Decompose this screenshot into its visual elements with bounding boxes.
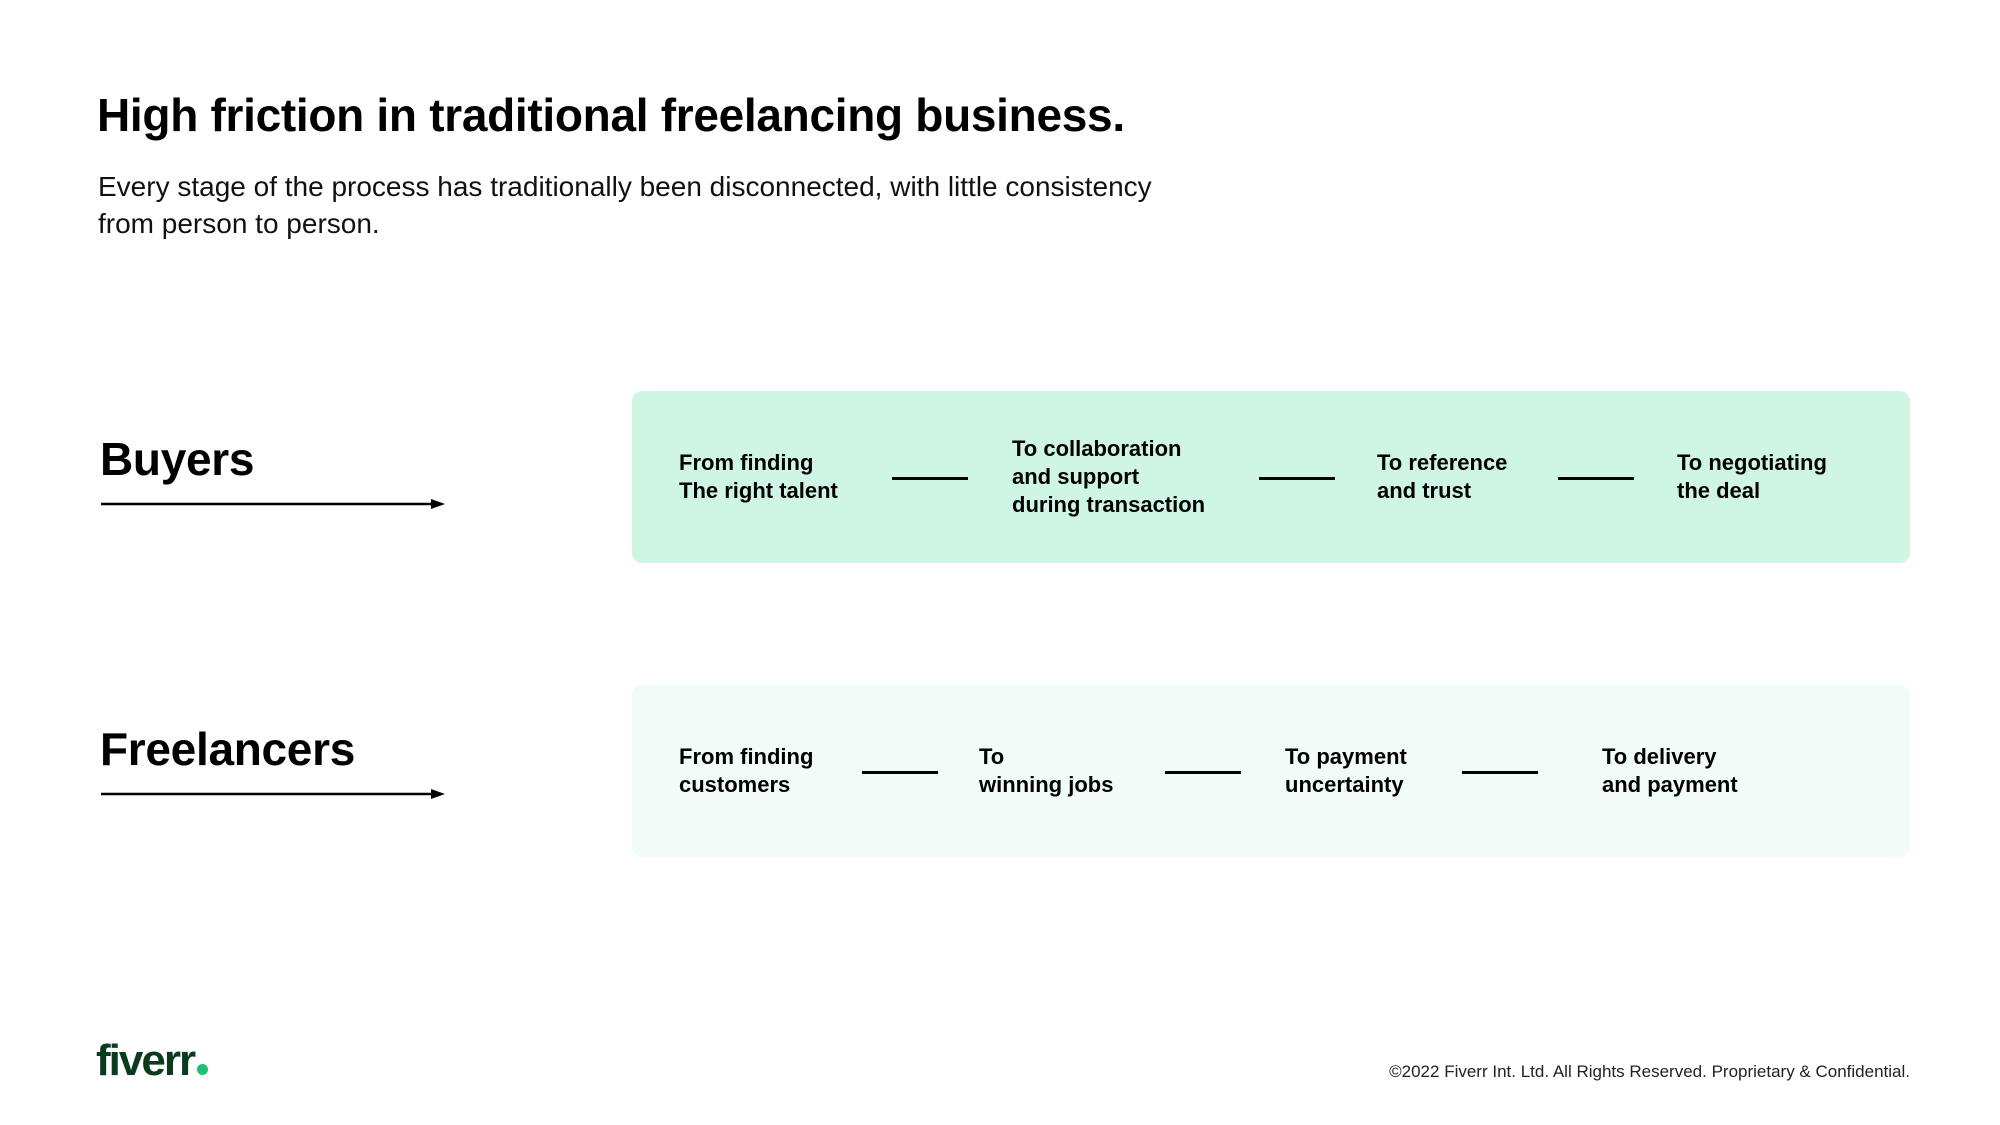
- buyers-label: Buyers: [100, 433, 255, 485]
- connector-line: [1165, 771, 1241, 774]
- slide-title: High friction in traditional freelancing…: [97, 89, 1125, 141]
- buyers-step-2: To collaboration and support during tran…: [1012, 436, 1206, 517]
- connector-line: [1259, 477, 1335, 480]
- connector-line: [1558, 477, 1634, 480]
- freelancers-step-1: From finding customers: [679, 744, 814, 797]
- freelancers-arrow-icon: [101, 789, 445, 799]
- buyers-step-1: From finding The right talent: [679, 450, 838, 503]
- buyers-step-4: To negotiating the deal: [1677, 450, 1827, 503]
- buyers-step-3: To reference and trust: [1377, 450, 1508, 503]
- slide-subtitle: Every stage of the process has tradition…: [98, 171, 1152, 239]
- freelancers-stages-box: From finding customers To winning jobs T…: [632, 685, 1910, 857]
- freelancers-step-2: To winning jobs: [979, 744, 1114, 797]
- connector-line: [862, 771, 938, 774]
- copyright-notice: ©2022 Fiverr Int. Ltd. All Rights Reserv…: [1389, 1062, 1910, 1081]
- buyers-arrow-icon: [101, 499, 445, 509]
- connector-line: [892, 477, 968, 480]
- freelancers-step-3: To payment uncertainty: [1285, 744, 1407, 797]
- logo-text: fiverr: [96, 1036, 196, 1085]
- logo-dot-icon: [197, 1064, 209, 1075]
- freelancers-step-4: To delivery and payment: [1602, 744, 1738, 797]
- fiverr-logo: fiverr: [96, 1036, 209, 1086]
- connector-line: [1462, 771, 1538, 774]
- freelancers-label: Freelancers: [100, 723, 355, 775]
- buyers-stages-box: From finding The right talent To collabo…: [632, 391, 1910, 563]
